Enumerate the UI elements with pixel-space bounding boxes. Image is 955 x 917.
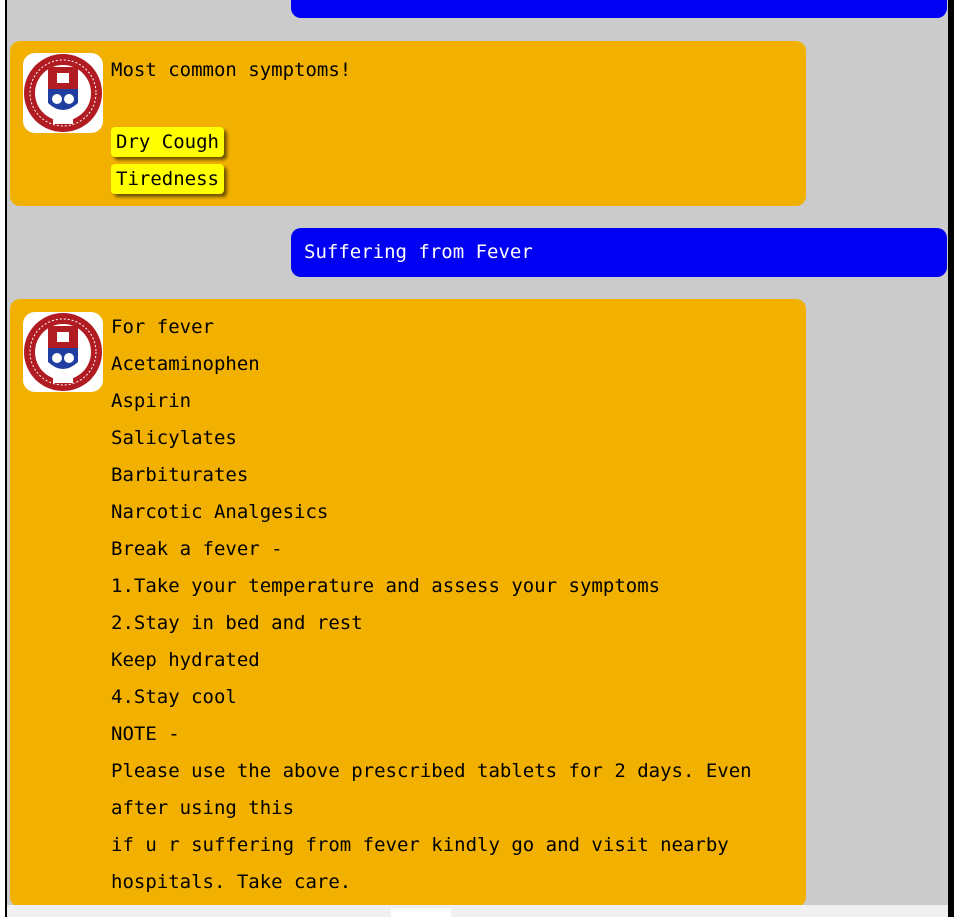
horizontal-scrollbar-thumb[interactable] [391, 908, 451, 917]
horizontal-scrollbar[interactable] [7, 905, 948, 917]
fever-advice-line: Break a fever - [111, 538, 283, 560]
symptom-option-tiredness[interactable]: Tiredness [111, 164, 224, 194]
chat-scroll-area[interactable]: Most common symptoms! Dry Cough Tirednes… [7, 0, 948, 905]
symptom-option-dry-cough[interactable]: Dry Cough [111, 127, 224, 157]
bot-message-title: Most common symptoms! [111, 59, 352, 81]
window-right-border [948, 0, 954, 917]
fever-advice-line: after using this [111, 797, 295, 819]
fever-advice-line: if u r suffering from fever kindly go an… [111, 834, 729, 856]
chat-window: Most common symptoms! Dry Cough Tirednes… [0, 0, 955, 917]
bot-message-bubble-fever: For fever Acetaminophen Aspirin Salicyla… [10, 299, 806, 905]
fever-advice-line: 1.Take your temperature and assess your … [111, 575, 661, 597]
fever-advice-list: For fever Acetaminophen Aspirin Salicyla… [111, 309, 752, 901]
bot-message-bubble: Most common symptoms! Dry Cough Tirednes… [10, 41, 806, 206]
fever-advice-line: Please use the above prescribed tablets … [111, 760, 752, 782]
user-message-bubble: Suffering from Fever [291, 228, 947, 277]
fever-advice-line: Keep hydrated [111, 649, 260, 671]
fever-advice-line: Barbiturates [111, 464, 249, 486]
fever-advice-line: Aspirin [111, 390, 192, 412]
fever-advice-line: For fever [111, 316, 214, 338]
fever-advice-line: 4.Stay cool [111, 686, 237, 708]
fever-advice-line: NOTE - [111, 723, 180, 745]
fever-advice-line: hospitals. Take care. [111, 871, 352, 893]
fever-advice-line: Acetaminophen [111, 353, 260, 375]
fever-advice-line: Narcotic Analgesics [111, 501, 329, 523]
bot-avatar-logo [23, 312, 103, 392]
user-message-bubble-previous [291, 0, 947, 18]
bot-avatar-logo [23, 53, 103, 133]
fever-advice-line: 2.Stay in bed and rest [111, 612, 363, 634]
fever-advice-line: Salicylates [111, 427, 237, 449]
